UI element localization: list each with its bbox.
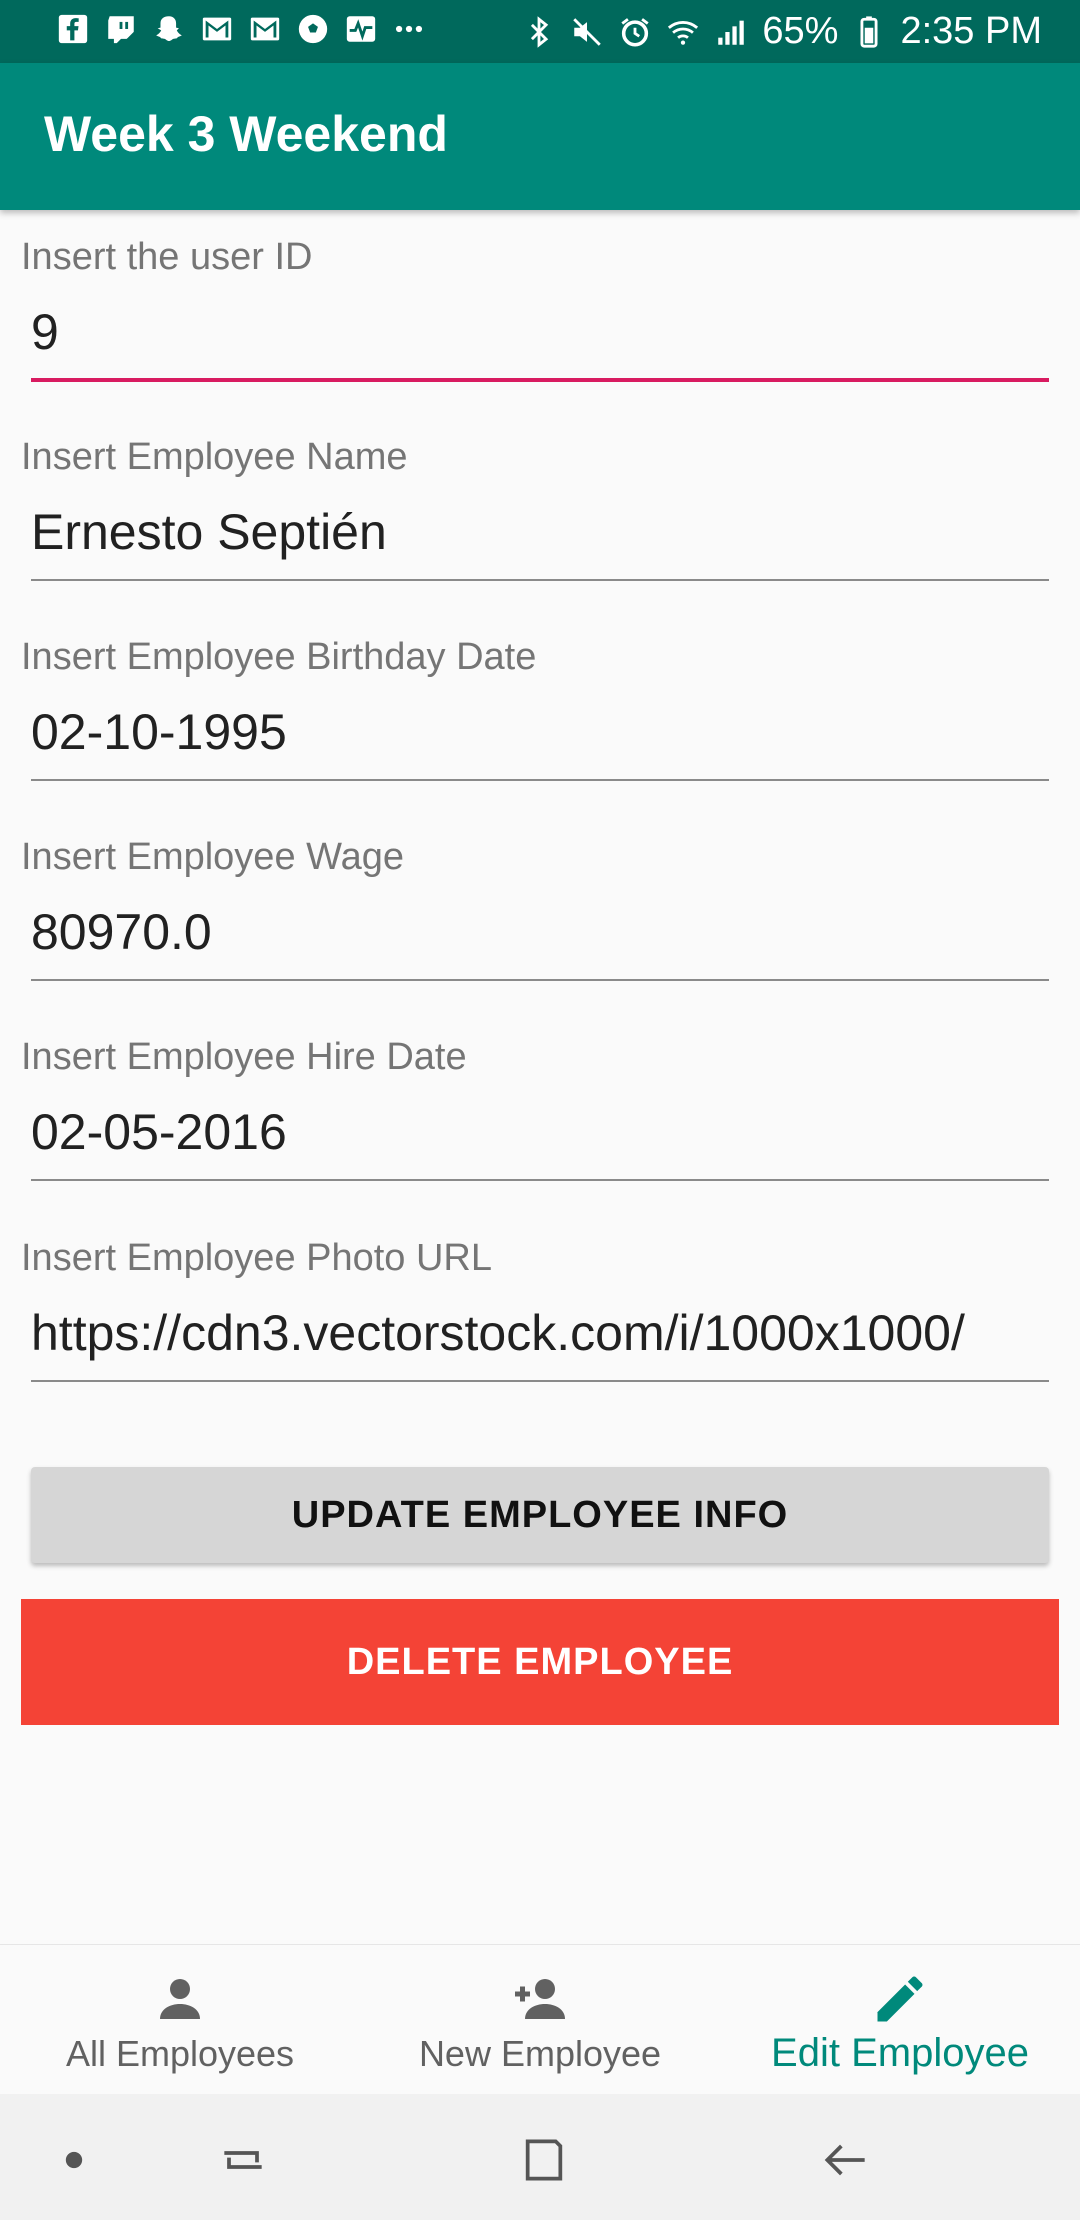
gmail-icon <box>250 17 280 41</box>
nav-new-employee-label: New Employee <box>418 2033 662 2074</box>
signal-icon <box>718 20 745 45</box>
employee-name-input[interactable]: Ernesto Septién <box>31 498 1049 566</box>
recent-apps-icon[interactable] <box>215 2132 271 2188</box>
update-employee-button[interactable]: UPDATE EMPLOYEE INFO <box>31 1467 1049 1563</box>
nav-edit-employee-label: Edit Employee <box>771 2031 1029 2075</box>
birthday-input[interactable]: 02-10-1995 <box>31 698 1049 766</box>
birthday-underline <box>31 779 1049 781</box>
nav-all-employees-label: All Employees <box>65 2033 295 2074</box>
user-id-input[interactable]: 9 <box>31 298 1049 366</box>
alarm-icon <box>621 17 650 47</box>
hire-date-underline <box>31 1179 1049 1181</box>
app-bar: Week 3 Weekend <box>0 63 1080 210</box>
facebook-icon <box>58 14 88 44</box>
battery-percent: 65% <box>762 10 839 52</box>
snapchat-icon <box>156 16 182 42</box>
photo-url-input[interactable]: https://cdn3.vectorstock.com/i/1000x1000… <box>31 1299 1049 1367</box>
person-icon <box>160 1979 200 2019</box>
system-navigation-bar <box>0 2094 1080 2220</box>
app-title: Week 3 Weekend <box>44 106 448 162</box>
hire-date-label: Insert Employee Hire Date <box>21 1036 467 1078</box>
nav-new-employee[interactable]: New Employee <box>360 1945 720 2095</box>
edit-pencil-icon <box>877 1976 923 2022</box>
employee-name-underline <box>31 579 1049 581</box>
nav-edit-employee[interactable]: Edit Employee <box>720 1945 1080 2095</box>
back-button-icon[interactable] <box>818 2132 874 2188</box>
clock: 2:35 PM <box>900 10 1042 52</box>
employee-name-label: Insert Employee Name <box>21 436 408 478</box>
hire-date-input[interactable]: 02-05-2016 <box>31 1098 1049 1166</box>
nav-all-employees[interactable]: All Employees <box>0 1945 360 2095</box>
battery-icon <box>860 15 878 48</box>
wage-input[interactable]: 80970.0 <box>31 898 1049 966</box>
photo-url-underline <box>31 1380 1049 1382</box>
wage-label: Insert Employee Wage <box>21 836 404 878</box>
wifi-icon <box>668 20 699 45</box>
home-button-icon[interactable] <box>516 2132 572 2188</box>
user-id-label: Insert the user ID <box>21 236 313 278</box>
bluetooth-icon <box>531 15 549 48</box>
dot-indicator-icon[interactable] <box>46 2132 102 2188</box>
twitch-icon <box>108 16 134 44</box>
wage-underline <box>31 979 1049 981</box>
photo-url-label: Insert Employee Photo URL <box>21 1237 493 1279</box>
bottom-navigation: All Employees New Employee Edit Employee <box>0 1944 1080 2095</box>
gmail-icon <box>202 17 232 41</box>
activity-icon <box>346 16 376 42</box>
status-bar: 65% 2:35 PM <box>0 0 1080 63</box>
person-add-icon <box>515 1979 565 2019</box>
notification-icons <box>56 12 426 46</box>
birthday-label: Insert Employee Birthday Date <box>21 636 537 678</box>
system-status: 65% 2:35 PM <box>522 0 1042 63</box>
soccer-icon <box>298 14 328 44</box>
mute-icon <box>573 17 602 46</box>
user-id-underline <box>31 378 1049 382</box>
delete-employee-button[interactable]: DELETE EMPLOYEE <box>21 1599 1059 1725</box>
more-dots-icon <box>395 25 423 33</box>
